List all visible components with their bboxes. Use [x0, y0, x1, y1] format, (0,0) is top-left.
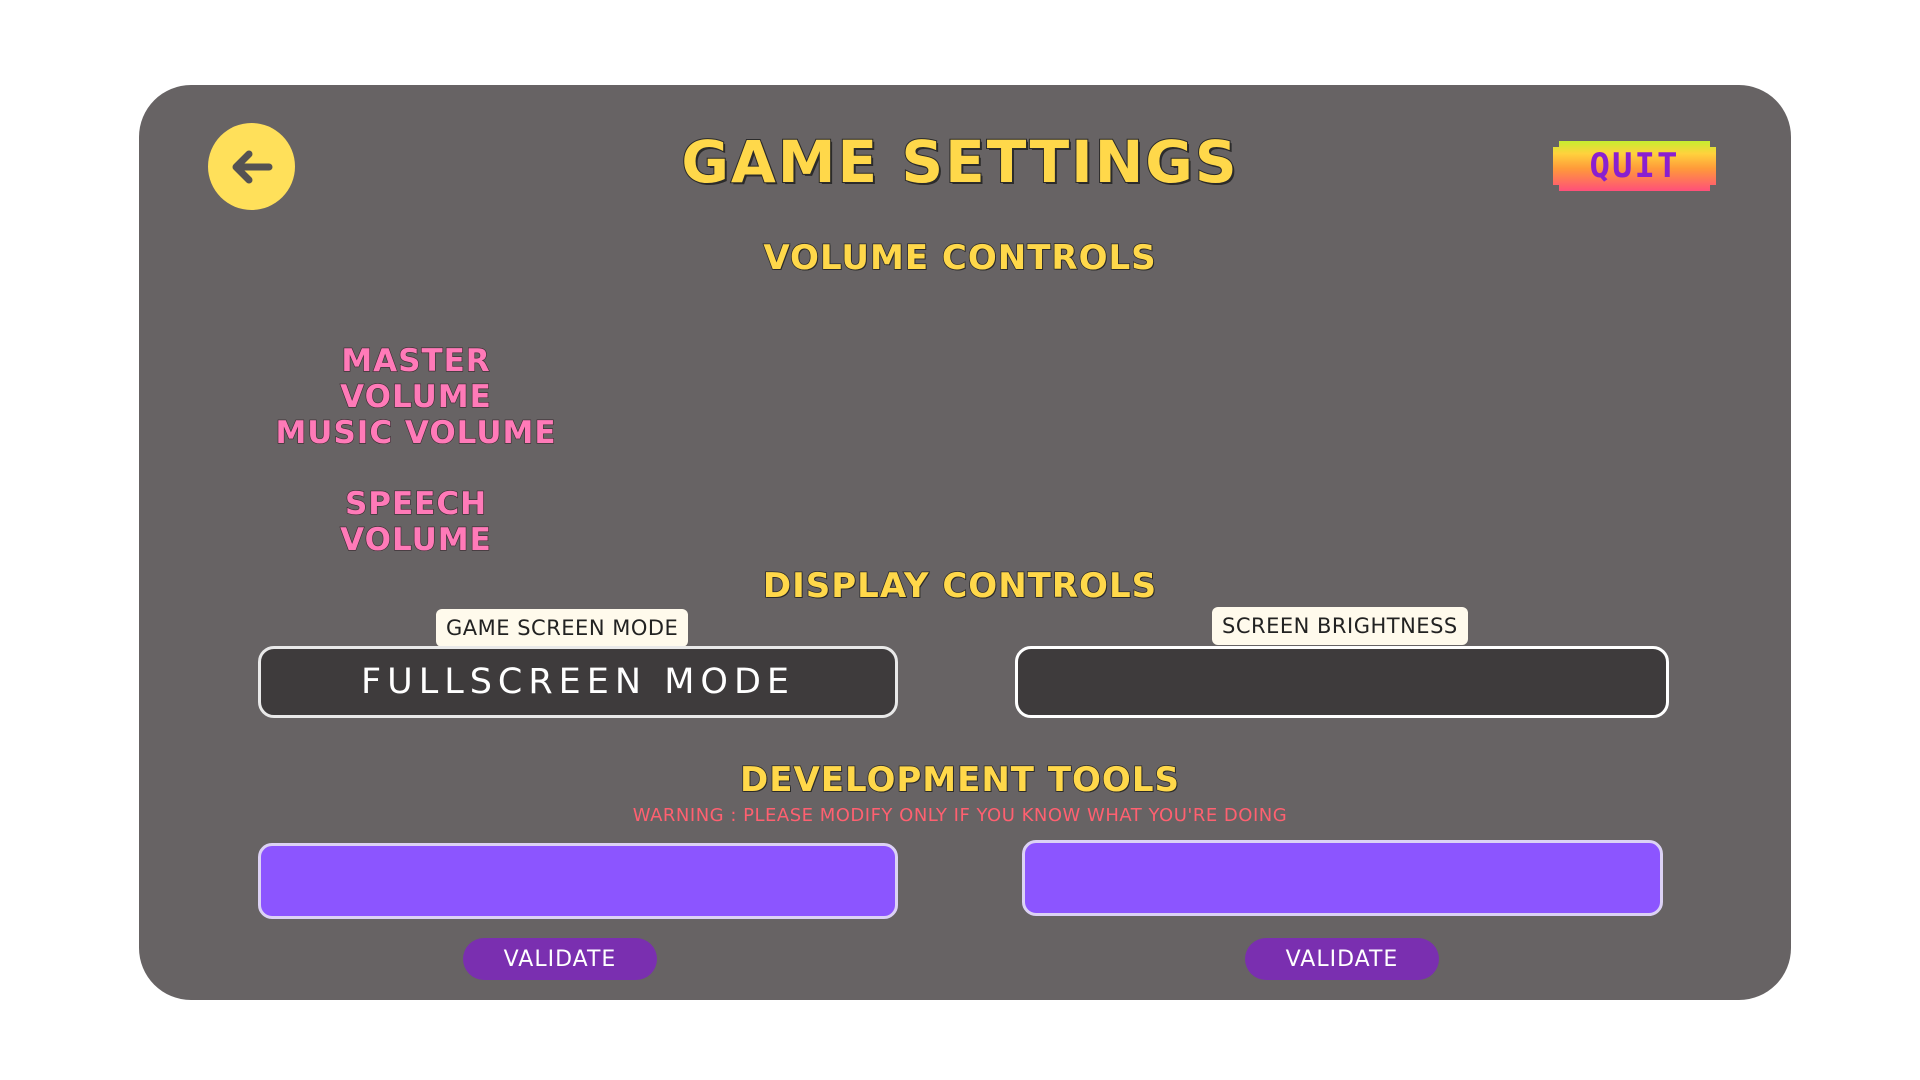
music-volume-label: MUSIC VOLUME	[275, 414, 557, 451]
quit-button[interactable]: QUIT	[1553, 141, 1716, 191]
screen-mode-value: FULLSCREEN MODE	[360, 662, 796, 702]
validate-right-label: VALIDATE	[1285, 946, 1399, 972]
volume-controls-heading: VOLUME CONTROLS	[763, 237, 1157, 279]
master-volume-label: MASTER VOLUME	[340, 342, 492, 415]
display-controls-heading: DISPLAY CONTROLS	[762, 565, 1158, 607]
validate-button-left[interactable]: VALIDATE	[463, 938, 657, 980]
screen-mode-select[interactable]: FULLSCREEN MODE	[258, 646, 898, 718]
screen-brightness-label: SCREEN BRIGHTNESS	[1212, 607, 1468, 645]
validate-left-label: VALIDATE	[503, 946, 617, 972]
dev-tool-input-left[interactable]	[258, 843, 898, 919]
warning-text: WARNING : PLEASE MODIFY ONLY IF YOU KNOW…	[632, 805, 1288, 826]
development-tools-heading: DEVELOPMENT TOOLS	[739, 759, 1180, 801]
validate-button-right[interactable]: VALIDATE	[1245, 938, 1439, 980]
dev-tool-input-right[interactable]	[1022, 840, 1663, 916]
quit-label: QUIT	[1589, 146, 1680, 186]
game-screen-mode-label: GAME SCREEN MODE	[436, 609, 689, 647]
screen-brightness-field[interactable]	[1015, 646, 1669, 718]
speech-volume-label: SPEECH VOLUME	[340, 485, 492, 558]
